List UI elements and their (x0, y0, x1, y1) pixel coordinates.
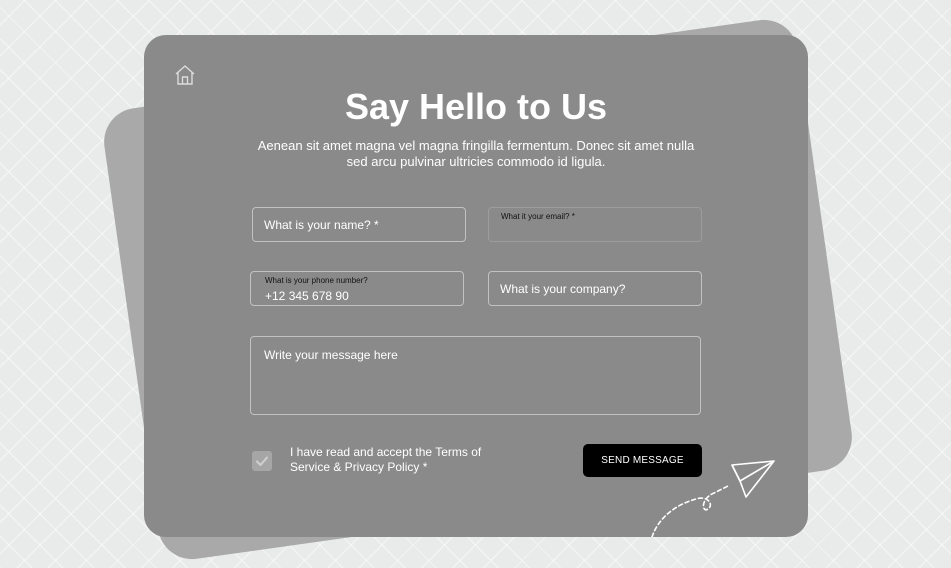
consent-label: I have read and accept the Terms of Serv… (290, 445, 482, 474)
page-title: Say Hello to Us (344, 86, 608, 127)
phone-field: What is your phone number? (250, 271, 464, 306)
email-label: What it your email? * (501, 212, 575, 221)
check-icon (256, 456, 268, 466)
home-icon (175, 65, 195, 85)
home-button[interactable] (174, 64, 196, 86)
company-input[interactable] (489, 272, 701, 305)
name-input[interactable] (253, 208, 465, 241)
email-input[interactable] (501, 224, 691, 240)
consent-checkbox[interactable] (252, 451, 272, 471)
phone-label: What is your phone number? (265, 276, 368, 285)
paper-plane-icon (651, 460, 775, 537)
company-field (488, 271, 702, 306)
page-subtitle: Aenean sit amet magna vel magna fringill… (257, 138, 695, 169)
message-textarea[interactable] (251, 337, 700, 414)
name-field (252, 207, 466, 242)
message-field (250, 336, 701, 415)
email-field: What it your email? * (488, 207, 702, 242)
phone-input[interactable] (265, 288, 455, 304)
contact-card: Say Hello to Us Aenean sit amet magna ve… (144, 35, 808, 537)
